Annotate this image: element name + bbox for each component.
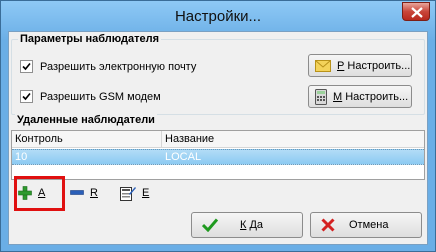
email-checkbox[interactable] — [20, 60, 33, 73]
dialog-body: Параметры наблюдателя Разрешить электрон… — [8, 31, 428, 245]
cell-name: LOCAL — [165, 151, 202, 163]
email-checkbox-row[interactable]: Разрешить электронную почту — [20, 60, 196, 73]
observer-settings-group: Параметры наблюдателя Разрешить электрон… — [11, 33, 425, 115]
gsm-configure-label: Настроить... — [342, 90, 409, 103]
calculator-icon — [315, 88, 327, 105]
title-bar[interactable]: Настройки... — [1, 1, 435, 31]
remote-observers-table[interactable]: Контроль Название 10 LOCAL — [11, 130, 425, 180]
email-configure-label: Настроить... — [344, 59, 411, 72]
selection-highlight — [14, 176, 65, 211]
ok-button-label: Да — [246, 219, 264, 231]
gsm-checkbox[interactable] — [20, 90, 33, 103]
email-configure-button[interactable]: Р Настроить... — [308, 54, 412, 77]
cancel-button-label: Отмена — [349, 219, 389, 231]
checkmark-icon — [202, 218, 218, 232]
remote-observers-title: Удаленные наблюдатели — [15, 114, 157, 126]
gsm-checkbox-label: Разрешить GSM модем — [40, 90, 161, 103]
edit-button-label: E — [142, 187, 150, 199]
cell-control: 10 — [15, 151, 28, 163]
edit-icon — [120, 187, 136, 201]
x-icon — [321, 218, 335, 232]
remove-button-label: R — [90, 187, 98, 199]
ok-button[interactable]: К Да — [191, 212, 303, 238]
gsm-configure-button[interactable]: М Настроить... — [308, 85, 412, 108]
close-icon — [411, 7, 423, 18]
envelope-icon — [315, 59, 331, 72]
checkmark-icon — [22, 92, 31, 101]
table-header: Контроль Название — [12, 131, 424, 148]
checkmark-icon — [22, 62, 31, 71]
gsm-configure-hotkey: М — [333, 90, 343, 103]
minus-icon — [70, 190, 84, 195]
dialog-window: Настройки... Параметры наблюдателя Разре… — [0, 0, 436, 252]
remove-button[interactable]: R — [70, 182, 98, 204]
window-title: Настройки... — [174, 8, 262, 25]
close-button[interactable] — [402, 2, 430, 21]
column-header-control[interactable]: Контроль — [12, 131, 162, 147]
observer-settings-title: Параметры наблюдателя — [18, 33, 162, 45]
table-row[interactable]: 10 LOCAL — [12, 149, 424, 165]
column-header-name[interactable]: Название — [162, 131, 424, 147]
gsm-checkbox-row[interactable]: Разрешить GSM модем — [20, 90, 161, 103]
email-checkbox-label: Разрешить электронную почту — [40, 60, 197, 73]
cancel-button[interactable]: Отмена — [310, 212, 422, 238]
edit-button[interactable]: E — [120, 182, 149, 204]
